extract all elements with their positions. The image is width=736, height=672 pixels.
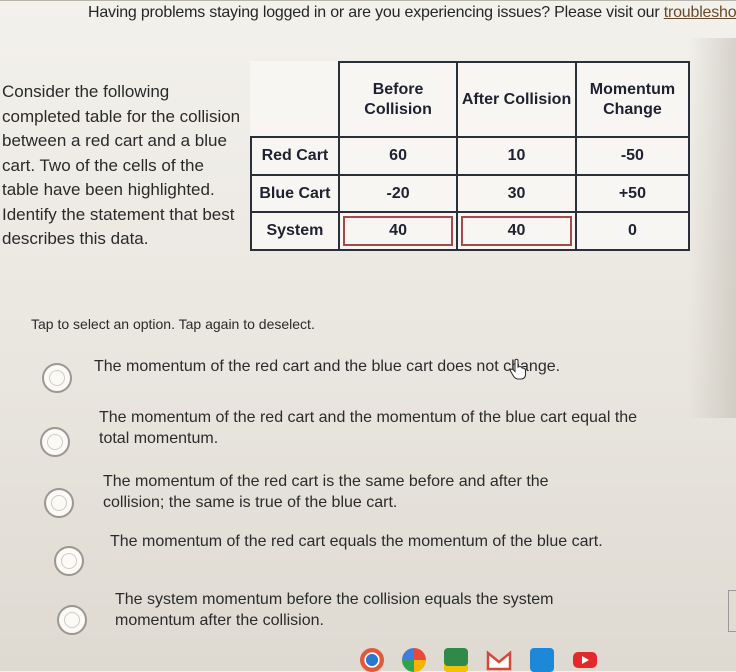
docs-icon[interactable] bbox=[530, 647, 554, 672]
cell-red-before: 60 bbox=[337, 136, 459, 176]
radio-button[interactable] bbox=[57, 605, 87, 635]
help-notice-text: Having problems staying logged in or are… bbox=[88, 4, 664, 21]
classroom-icon[interactable] bbox=[444, 647, 468, 672]
cell-system-after-highlighted: 40 bbox=[456, 211, 577, 251]
header-after-collision: After Collision bbox=[456, 60, 577, 139]
option-text: The momentum of the red cart is the same… bbox=[103, 473, 549, 511]
option-text: The momentum of the red cart and the mom… bbox=[99, 409, 638, 447]
header-momentum-change: Momentum Change bbox=[574, 60, 691, 139]
table-row: System 40 40 0 bbox=[250, 211, 691, 251]
table-row: Blue Cart -20 30 +50 bbox=[250, 173, 691, 214]
option-2[interactable]: The momentum of the red cart and the mom… bbox=[40, 409, 660, 457]
momentum-table: Before Collision After Collision Momentu… bbox=[250, 60, 691, 251]
row-label-red-cart: Red Cart bbox=[250, 136, 340, 176]
radio-button[interactable] bbox=[42, 363, 72, 393]
select-instruction: Tap to select an option. Tap again to de… bbox=[31, 316, 315, 332]
radio-button[interactable] bbox=[40, 427, 70, 457]
table-header-row: Before Collision After Collision Momentu… bbox=[251, 60, 691, 139]
cell-red-after: 10 bbox=[456, 136, 577, 176]
row-label-blue-cart: Blue Cart bbox=[250, 173, 340, 214]
cell-red-change: -50 bbox=[574, 136, 691, 176]
troubleshoot-link[interactable]: troubleshooti bbox=[664, 4, 736, 21]
option-text: The momentum of the red cart equals the … bbox=[110, 533, 603, 550]
cell-blue-change: +50 bbox=[574, 173, 691, 214]
cell-system-change: 0 bbox=[574, 211, 691, 251]
chrome-icon[interactable] bbox=[360, 647, 384, 672]
option-text: The system momentum before the collision… bbox=[115, 591, 554, 629]
taskbar bbox=[360, 647, 690, 672]
hand-pointer-icon bbox=[509, 358, 527, 380]
gmail-icon[interactable] bbox=[486, 649, 512, 671]
help-notice: Having problems staying logged in or are… bbox=[88, 4, 736, 22]
table-row: Red Cart 60 10 -50 bbox=[250, 136, 691, 176]
cell-blue-before: -20 bbox=[337, 173, 459, 214]
photos-icon[interactable] bbox=[402, 647, 426, 672]
option-5[interactable]: The system momentum before the collision… bbox=[57, 591, 697, 635]
cell-blue-after: 30 bbox=[456, 173, 577, 214]
cell-system-before-highlighted: 40 bbox=[337, 211, 459, 251]
option-1[interactable]: The momentum of the red cart and the blu… bbox=[42, 358, 642, 393]
table-corner-cell bbox=[251, 62, 339, 137]
radio-button[interactable] bbox=[54, 546, 84, 576]
question-prompt: Consider the following completed table f… bbox=[2, 82, 241, 248]
top-divider bbox=[0, 0, 736, 1]
option-4[interactable]: The momentum of the red cart equals the … bbox=[54, 533, 694, 576]
header-before-collision: Before Collision bbox=[337, 60, 459, 139]
option-3[interactable]: The momentum of the red cart is the same… bbox=[44, 473, 664, 518]
page-edge-frame bbox=[728, 590, 736, 632]
radio-button[interactable] bbox=[44, 488, 74, 518]
row-label-system: System bbox=[250, 211, 340, 251]
youtube-icon[interactable] bbox=[572, 649, 598, 671]
option-text: The momentum of the red cart and the blu… bbox=[94, 358, 561, 375]
page-edge-shade bbox=[688, 38, 736, 418]
